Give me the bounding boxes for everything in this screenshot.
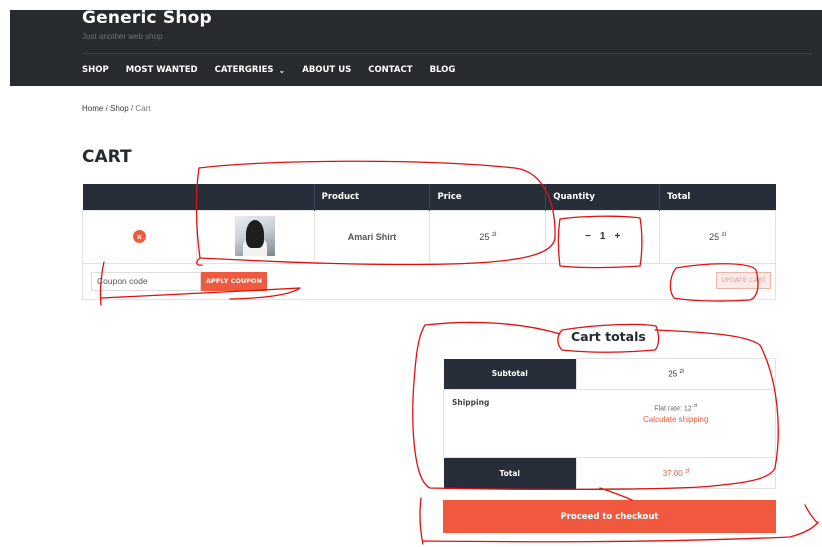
- quantity-value[interactable]: 1: [600, 231, 606, 242]
- total-value: 37.00 zł: [576, 457, 776, 489]
- cart-totals-table: Subtotal 25 zł Shipping Flat rate: 12 zł…: [443, 358, 776, 489]
- subtotal-row: Subtotal 25 zł: [443, 358, 776, 390]
- currency-symbol: zł: [679, 369, 684, 376]
- quantity-decrease-button[interactable]: −: [585, 231, 591, 242]
- order-total-value: 37.00: [662, 468, 683, 478]
- quantity-stepper: − 1 +: [585, 231, 620, 242]
- quantity-increase-button[interactable]: +: [614, 231, 620, 242]
- thumbnail-figure-hair: [246, 219, 265, 248]
- main-nav: SHOP MOST WANTED CATERGRIES ⌄ ABOUT US C…: [82, 65, 472, 75]
- cart-table-header: Product Price Quantity Total: [82, 184, 776, 210]
- nav-item-categories[interactable]: CATERGRIES ⌄: [215, 65, 286, 75]
- currency-symbol: zł: [684, 468, 690, 475]
- subtotal-amount: 25: [668, 369, 678, 379]
- breadcrumb-current: Cart: [135, 104, 151, 113]
- total-label: Total: [443, 457, 577, 489]
- proceed-to-checkout-button[interactable]: Proceed to checkout: [443, 500, 776, 533]
- header-remove: [82, 184, 197, 210]
- header-quantity: Quantity: [545, 184, 661, 210]
- remove-item-icon[interactable]: ×: [132, 230, 146, 243]
- site-title[interactable]: Generic Shop: [82, 8, 212, 28]
- item-total-value: 25: [709, 231, 720, 242]
- update-cart-button[interactable]: UPDATE CART: [716, 271, 771, 289]
- total-row: Total 37.00 zł: [443, 457, 776, 489]
- shipping-row: Shipping Flat rate: 12 zł Calculate ship…: [443, 389, 776, 458]
- price-cell: 25 zł: [429, 209, 547, 264]
- site-tagline: Just another web shop: [82, 32, 163, 41]
- product-thumbnail[interactable]: [235, 215, 276, 256]
- shipping-rate: Flat rate: 12: [654, 405, 692, 413]
- page-title: CART: [82, 147, 132, 167]
- nav-item-most-wanted[interactable]: MOST WANTED: [126, 65, 198, 75]
- nav-item-contact[interactable]: CONTACT: [368, 65, 412, 75]
- breadcrumb: Home / Shop / Cart: [82, 104, 151, 113]
- total-cell: 25 zł: [659, 209, 776, 264]
- shipping-label: Shipping: [443, 389, 577, 458]
- header-divider: [82, 53, 812, 54]
- shipping-value: Flat rate: 12 zł Calculate shipping: [576, 389, 776, 458]
- apply-coupon-button[interactable]: APPLY COUPON: [201, 271, 267, 291]
- item-total: 25 zł: [709, 232, 726, 242]
- breadcrumb-shop[interactable]: Shop: [110, 104, 129, 113]
- coupon-code-input[interactable]: [91, 271, 201, 291]
- cart-actions-row: APPLY COUPON UPDATE CART: [82, 262, 776, 300]
- header-thumbnail: [196, 184, 315, 210]
- header-price: Price: [429, 184, 547, 210]
- item-price-value: 25: [479, 231, 490, 242]
- cart-totals-title: Cart totals: [571, 329, 646, 344]
- nav-item-categories-label: CATERGRIES: [214, 65, 274, 75]
- site-header: Generic Shop Just another web shop SHOP …: [10, 8, 822, 86]
- subtotal-label: Subtotal: [443, 358, 577, 390]
- calculate-shipping-link[interactable]: Calculate shipping: [643, 415, 708, 424]
- product-cell: Amari Shirt: [313, 209, 431, 264]
- chevron-down-icon: ⌄: [278, 65, 286, 75]
- product-name-link[interactable]: Amari Shirt: [348, 232, 397, 242]
- header-total: Total: [659, 184, 776, 210]
- cart-table: Product Price Quantity Total × Amari Shi…: [82, 184, 776, 300]
- currency-symbol: zł: [721, 231, 726, 238]
- nav-item-shop[interactable]: SHOP: [82, 65, 109, 75]
- nav-item-blog[interactable]: BLOG: [430, 65, 456, 75]
- cart-actions-cell: APPLY COUPON UPDATE CART: [82, 262, 776, 300]
- breadcrumb-separator: /: [103, 104, 111, 113]
- item-price: 25 zł: [479, 232, 496, 242]
- currency-symbol: zł: [693, 403, 698, 409]
- nav-item-about-us[interactable]: ABOUT US: [302, 65, 351, 75]
- subtotal-value: 25 zł: [576, 358, 776, 390]
- order-total-amount: 37.00 zł: [662, 468, 690, 478]
- breadcrumb-home[interactable]: Home: [82, 104, 103, 113]
- quantity-cell: − 1 +: [545, 209, 661, 264]
- table-row: × Amari Shirt 25 zł − 1 + 25 zł: [82, 209, 776, 264]
- header-product: Product: [314, 184, 431, 210]
- thumbnail-cell: [195, 209, 315, 264]
- currency-symbol: zł: [491, 231, 497, 238]
- remove-cell: ×: [82, 209, 197, 264]
